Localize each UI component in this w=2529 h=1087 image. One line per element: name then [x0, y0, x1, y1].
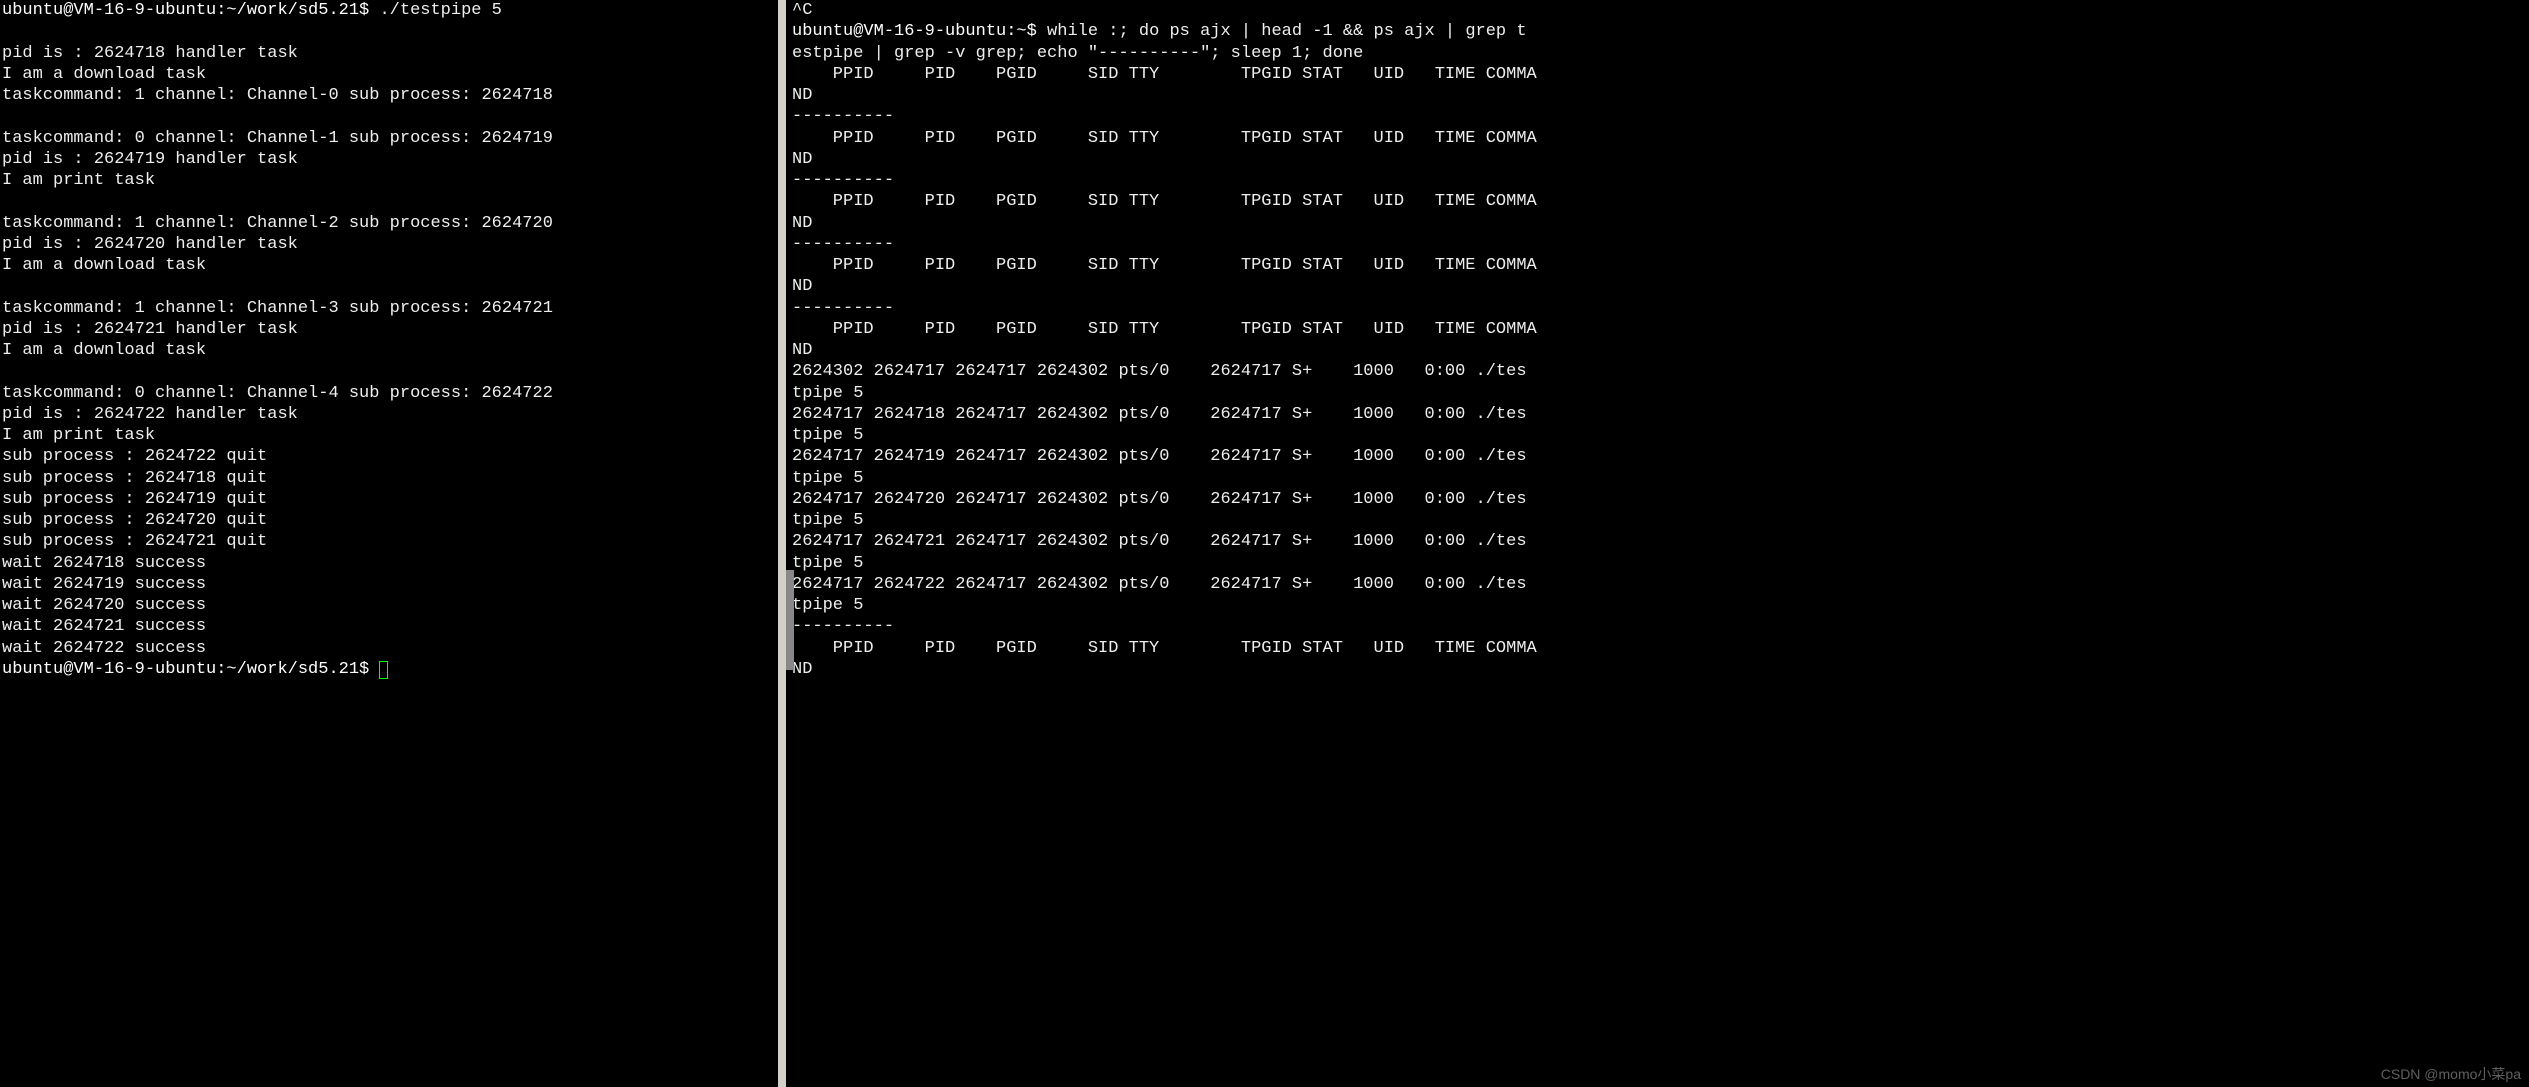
ps-header: PPID PID PGID SID TTY TPGID STAT UID TIM… — [792, 320, 1537, 339]
ps-row-wrap: tpipe 5 — [792, 554, 863, 573]
ps-header-wrap: ND — [792, 660, 812, 679]
ps-row: 2624302 2624717 2624717 2624302 pts/0 26… — [792, 362, 1527, 381]
separator-line: ---------- — [792, 299, 894, 318]
ps-header: PPID PID PGID SID TTY TPGID STAT UID TIM… — [792, 639, 1537, 658]
cursor-icon — [379, 661, 388, 679]
output-line: taskcommand: 0 channel: Channel-4 sub pr… — [2, 384, 553, 403]
ps-row-wrap: tpipe 5 — [792, 469, 863, 488]
shell-prompt: ubuntu@VM-16-9-ubuntu:~/work/sd5.21$ — [2, 1, 379, 20]
ps-row: 2624717 2624720 2624717 2624302 pts/0 26… — [792, 490, 1527, 509]
command-text: ./testpipe 5 — [379, 1, 501, 20]
output-line: taskcommand: 1 channel: Channel-3 sub pr… — [2, 299, 553, 318]
output-line: pid is : 2624719 handler task — [2, 150, 298, 169]
output-line: sub process : 2624720 quit — [2, 511, 267, 530]
ps-row: 2624717 2624721 2624717 2624302 pts/0 26… — [792, 532, 1527, 551]
output-line: pid is : 2624718 handler task — [2, 44, 298, 63]
ps-header-wrap: ND — [792, 86, 812, 105]
ps-header-wrap: ND — [792, 341, 812, 360]
output-line: pid is : 2624722 handler task — [2, 405, 298, 424]
output-line: I am a download task — [2, 65, 206, 84]
output-line: sub process : 2624721 quit — [2, 532, 267, 551]
output-line: I am print task — [2, 426, 155, 445]
ps-row-wrap: tpipe 5 — [792, 426, 863, 445]
command-text-wrap: estpipe | grep -v grep; echo "----------… — [792, 44, 1363, 63]
ps-row-wrap: tpipe 5 — [792, 384, 863, 403]
watermark-text: CSDN @momo小菜pa — [2381, 1066, 2521, 1084]
output-line: wait 2624721 success — [2, 617, 206, 636]
ps-header-wrap: ND — [792, 277, 812, 296]
ps-row: 2624717 2624722 2624717 2624302 pts/0 26… — [792, 575, 1527, 594]
output-line: sub process : 2624719 quit — [2, 490, 267, 509]
ps-header: PPID PID PGID SID TTY TPGID STAT UID TIM… — [792, 65, 1537, 84]
right-terminal-pane[interactable]: ^C ubuntu@VM-16-9-ubuntu:~$ while :; do … — [786, 0, 2529, 1087]
separator-line: ---------- — [792, 235, 894, 254]
separator-line: ---------- — [792, 171, 894, 190]
output-line: wait 2624722 success — [2, 639, 206, 658]
output-line: taskcommand: 0 channel: Channel-1 sub pr… — [2, 129, 553, 148]
output-line: taskcommand: 1 channel: Channel-2 sub pr… — [2, 214, 553, 233]
separator-line: ---------- — [792, 107, 894, 126]
output-line: wait 2624718 success — [2, 554, 206, 573]
scrollbar-thumb[interactable] — [786, 570, 794, 670]
separator-line: ---------- — [792, 617, 894, 636]
shell-prompt: ubuntu@VM-16-9-ubuntu:~/work/sd5.21$ — [2, 660, 379, 679]
output-line: sub process : 2624722 quit — [2, 447, 267, 466]
output-line: taskcommand: 1 channel: Channel-0 sub pr… — [2, 86, 553, 105]
output-line: I am a download task — [2, 256, 206, 275]
output-line: I am a download task — [2, 341, 206, 360]
output-line: pid is : 2624721 handler task — [2, 320, 298, 339]
output-line: wait 2624719 success — [2, 575, 206, 594]
ps-row-wrap: tpipe 5 — [792, 511, 863, 530]
output-line: wait 2624720 success — [2, 596, 206, 615]
output-line: sub process : 2624718 quit — [2, 469, 267, 488]
ps-header-wrap: ND — [792, 214, 812, 233]
ps-row-wrap: tpipe 5 — [792, 596, 863, 615]
command-text: while :; do ps ajx | head -1 && ps ajx |… — [1047, 22, 1526, 41]
ps-row: 2624717 2624719 2624717 2624302 pts/0 26… — [792, 447, 1527, 466]
shell-prompt: ubuntu@VM-16-9-ubuntu:~$ — [792, 22, 1047, 41]
ps-header: PPID PID PGID SID TTY TPGID STAT UID TIM… — [792, 192, 1537, 211]
ps-header-wrap: ND — [792, 150, 812, 169]
ps-header: PPID PID PGID SID TTY TPGID STAT UID TIM… — [792, 256, 1537, 275]
ps-header: PPID PID PGID SID TTY TPGID STAT UID TIM… — [792, 129, 1537, 148]
output-line: pid is : 2624720 handler task — [2, 235, 298, 254]
interrupt-signal: ^C — [792, 1, 812, 20]
output-line: I am print task — [2, 171, 155, 190]
ps-row: 2624717 2624718 2624717 2624302 pts/0 26… — [792, 405, 1527, 424]
left-terminal-pane[interactable]: ubuntu@VM-16-9-ubuntu:~/work/sd5.21$ ./t… — [0, 0, 786, 1087]
